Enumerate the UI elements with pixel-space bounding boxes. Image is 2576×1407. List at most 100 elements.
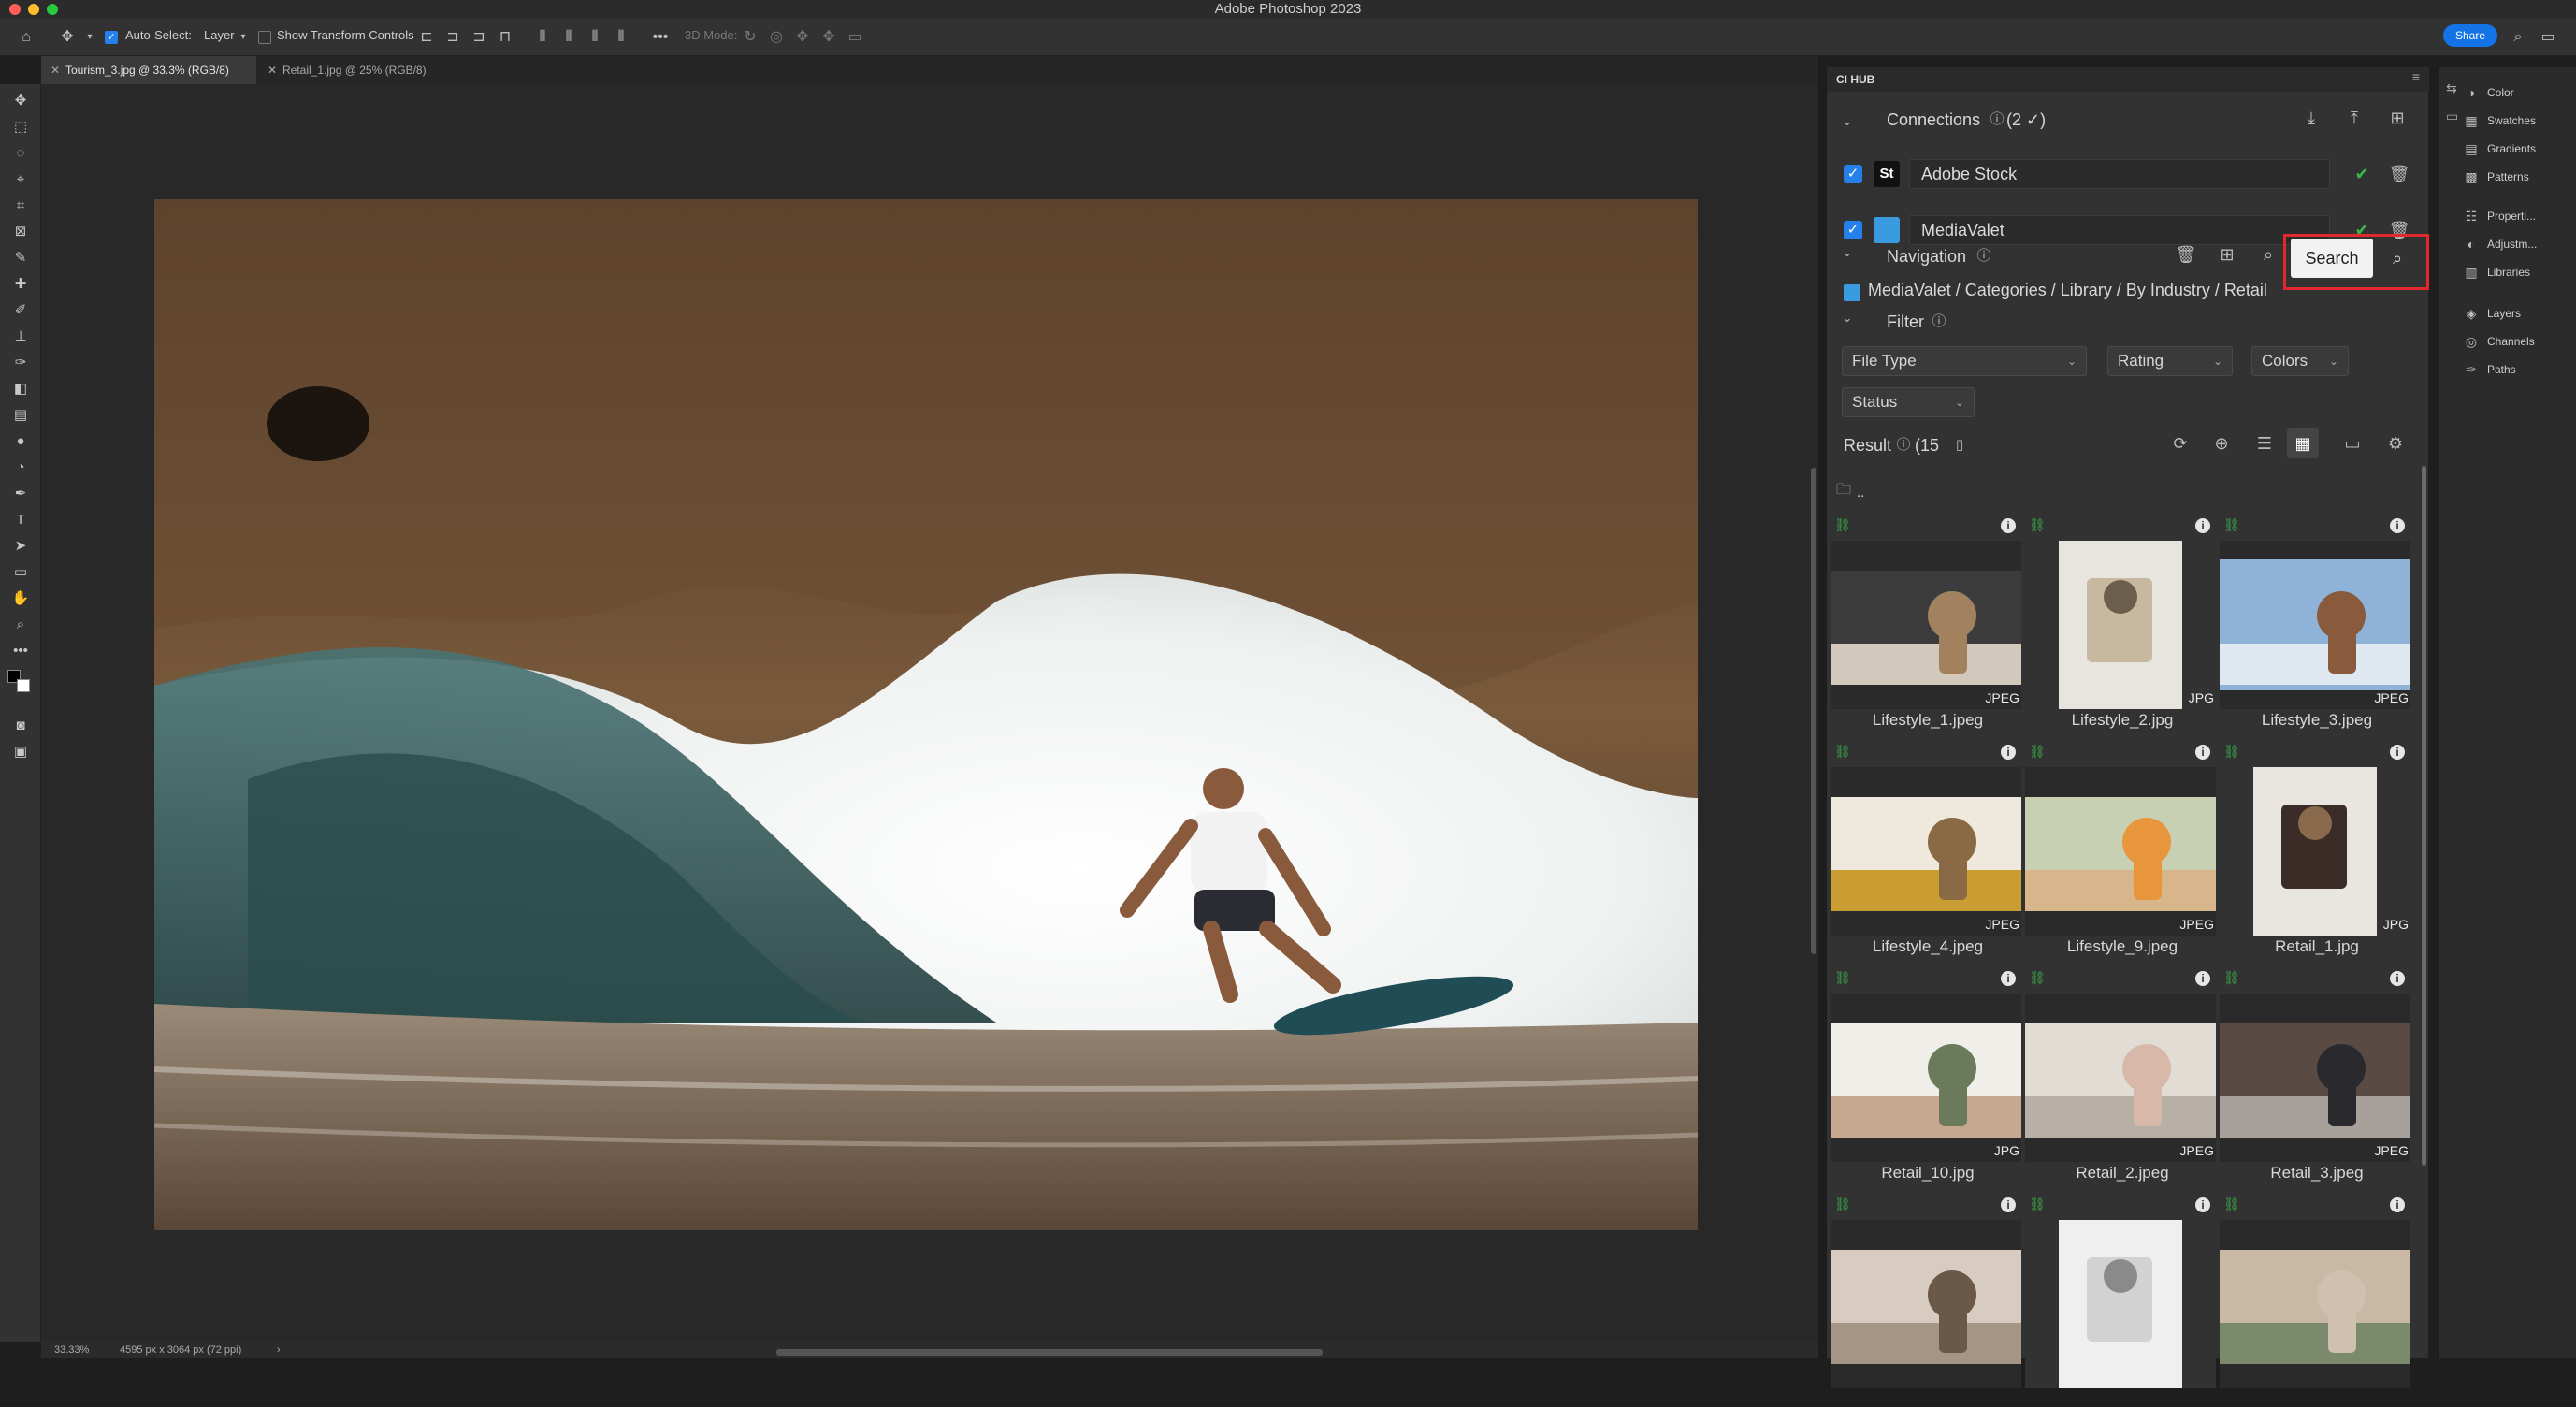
- dock-item-adjustments[interactable]: Adjustm...: [2487, 238, 2537, 251]
- 3d-slide-icon[interactable]: ✥: [819, 28, 838, 47]
- zoom-tool-icon[interactable]: ⌕: [11, 616, 30, 634]
- close-tab-icon[interactable]: ✕: [268, 56, 277, 84]
- distribute-icon[interactable]: ⫴: [586, 28, 604, 47]
- download-icon[interactable]: ⤓: [2300, 107, 2323, 129]
- info-icon[interactable]: i: [2001, 518, 2016, 533]
- asset-thumbnail[interactable]: [1831, 541, 2021, 709]
- breadcrumb-item[interactable]: Library: [2061, 281, 2112, 299]
- asset-thumbnail[interactable]: [2220, 994, 2410, 1162]
- trash-icon[interactable]: 🗑: [2175, 243, 2197, 266]
- asset-tile[interactable]: ⛓ i: [2220, 1194, 2414, 1407]
- move-tool-icon[interactable]: ✥: [11, 92, 30, 110]
- 3d-scale-icon[interactable]: ▭: [846, 28, 864, 47]
- screen-mode-icon[interactable]: ▣: [11, 743, 30, 762]
- asset-tile[interactable]: ⛓ i JPEG Lifestyle_1.jpeg: [1831, 515, 2025, 730]
- asset-name[interactable]: Retail_2.jpeg: [2025, 1164, 2220, 1182]
- canvas-vertical-scrollbar[interactable]: [1811, 468, 1816, 954]
- chevron-down-icon[interactable]: ⌄: [1836, 110, 1859, 133]
- asset-tile[interactable]: ⛓ i JPEG Lifestyle_4.jpeg: [1831, 741, 2025, 955]
- path-select-tool-icon[interactable]: ➤: [11, 537, 30, 556]
- close-window-button[interactable]: [9, 4, 21, 15]
- dock-item-channels[interactable]: Channels: [2487, 335, 2535, 348]
- auto-select-checkbox[interactable]: ✓: [105, 31, 118, 44]
- align-right-icon[interactable]: ⊐: [470, 28, 488, 47]
- mediavalet-connection[interactable]: MediaValet: [1909, 215, 2330, 245]
- stamp-tool-icon[interactable]: ⊥: [11, 327, 30, 346]
- distribute-icon[interactable]: ⫴: [612, 28, 630, 47]
- link-icon[interactable]: ⛓: [2223, 969, 2240, 986]
- quick-mask-icon[interactable]: ◙: [11, 717, 30, 735]
- colors-select[interactable]: Colors ⌄: [2251, 346, 2349, 376]
- asset-name[interactable]: Lifestyle_1.jpeg: [1831, 711, 2025, 730]
- lasso-tool-icon[interactable]: ◌: [11, 144, 30, 163]
- info-icon[interactable]: i: [2390, 1197, 2405, 1212]
- folder-icon[interactable]: 🗀: [1832, 479, 1855, 501]
- link-icon[interactable]: ⛓: [2223, 1196, 2240, 1212]
- maximize-window-button[interactable]: [47, 4, 58, 15]
- dock-item-gradients[interactable]: Gradients: [2487, 142, 2536, 155]
- file-type-select[interactable]: File Type ⌄: [1842, 346, 2087, 376]
- results-scrollbar[interactable]: [2422, 466, 2426, 1166]
- more-tools-icon[interactable]: •••: [11, 642, 30, 660]
- asset-thumbnail[interactable]: [2220, 1220, 2410, 1388]
- history-brush-tool-icon[interactable]: ✑: [11, 354, 30, 372]
- dodge-tool-icon[interactable]: ◔: [11, 458, 30, 477]
- layer-select[interactable]: Layer: [204, 28, 235, 42]
- status-select[interactable]: Status ⌄: [1842, 387, 1975, 417]
- asset-tile[interactable]: ⛓ i JPEG Retail_2.jpeg: [2025, 967, 2220, 1182]
- 3d-drag-icon[interactable]: ✥: [793, 28, 812, 47]
- chevron-down-icon[interactable]: ⌄: [1836, 241, 1859, 264]
- color-wheel-icon[interactable]: ◑: [2463, 84, 2480, 101]
- 3d-rotate-icon[interactable]: ↻: [741, 28, 760, 47]
- dock-item-patterns[interactable]: Patterns: [2487, 170, 2529, 183]
- gradients-icon[interactable]: ▤: [2463, 140, 2480, 157]
- chevron-down-icon[interactable]: ▾: [80, 28, 99, 47]
- 3d-roll-icon[interactable]: ◎: [767, 28, 786, 47]
- asset-name[interactable]: Lifestyle_2.jpg: [2025, 711, 2220, 730]
- adobe-stock-checkbox[interactable]: ✓: [1844, 165, 1862, 183]
- info-icon[interactable]: i: [2195, 745, 2210, 760]
- document-image-surfer[interactable]: [154, 199, 1698, 1230]
- canvas-horizontal-scrollbar[interactable]: [776, 1349, 1323, 1356]
- asset-thumbnail[interactable]: [2220, 767, 2410, 936]
- asset-thumbnail[interactable]: [1831, 1220, 2021, 1388]
- upload-icon[interactable]: ⤒: [2343, 107, 2366, 129]
- asset-thumbnail[interactable]: [1831, 767, 2021, 936]
- panel-menu-icon[interactable]: ≡: [2412, 69, 2420, 84]
- workspace-icon[interactable]: ▭: [2539, 28, 2557, 47]
- link-icon[interactable]: ⛓: [1834, 1196, 1851, 1212]
- distribute-icon[interactable]: ⫴: [533, 28, 552, 47]
- asset-tile[interactable]: ⛓ i JPG Lifestyle_2.jpg: [2025, 515, 2220, 730]
- eraser-tool-icon[interactable]: ◧: [11, 380, 30, 399]
- add-connection-icon[interactable]: ⊞: [2386, 107, 2409, 129]
- transform-controls-checkbox[interactable]: [258, 31, 271, 44]
- breadcrumb-item[interactable]: MediaValet: [1868, 281, 1951, 299]
- asset-tile[interactable]: ⛓ i: [1831, 1194, 2025, 1407]
- tab-retail[interactable]: ✕ Retail_1.jpg @ 25% (RGB/8): [258, 56, 455, 84]
- adjustments-icon[interactable]: ◐: [2463, 236, 2480, 253]
- breadcrumb-item[interactable]: Categories: [1965, 281, 2047, 299]
- info-icon[interactable]: i: [2195, 971, 2210, 986]
- chevron-down-icon[interactable]: ▾: [234, 28, 253, 47]
- properties-icon[interactable]: ☷: [2463, 208, 2480, 225]
- mediavalet-checkbox[interactable]: ✓: [1844, 221, 1862, 239]
- eyedropper-tool-icon[interactable]: ✎: [11, 249, 30, 268]
- dock-item-paths[interactable]: Paths: [2487, 363, 2516, 376]
- asset-name[interactable]: Lifestyle_3.jpeg: [2220, 711, 2414, 730]
- link-icon[interactable]: ⛓: [2223, 516, 2240, 533]
- adobe-stock-connection[interactable]: Adobe Stock: [1909, 159, 2330, 189]
- trash-icon[interactable]: 🗑: [2388, 163, 2410, 185]
- rating-select[interactable]: Rating ⌄: [2107, 346, 2233, 376]
- link-icon[interactable]: ⛓: [1834, 516, 1851, 533]
- info-icon[interactable]: i: [2390, 971, 2405, 986]
- brush-tool-icon[interactable]: ✐: [11, 301, 30, 320]
- add-folder-icon[interactable]: ⊞: [2216, 243, 2238, 266]
- zoom-search-icon[interactable]: ⌕: [2257, 243, 2279, 266]
- dock-item-color-wheel[interactable]: Color: [2487, 86, 2514, 99]
- type-tool-icon[interactable]: T: [11, 511, 30, 529]
- info-icon[interactable]: ⓘ: [1986, 109, 2008, 131]
- asset-thumbnail[interactable]: [2025, 994, 2216, 1162]
- info-icon[interactable]: i: [2390, 745, 2405, 760]
- patterns-icon[interactable]: ▩: [2463, 168, 2480, 185]
- comment-icon[interactable]: ▭: [2446, 109, 2458, 124]
